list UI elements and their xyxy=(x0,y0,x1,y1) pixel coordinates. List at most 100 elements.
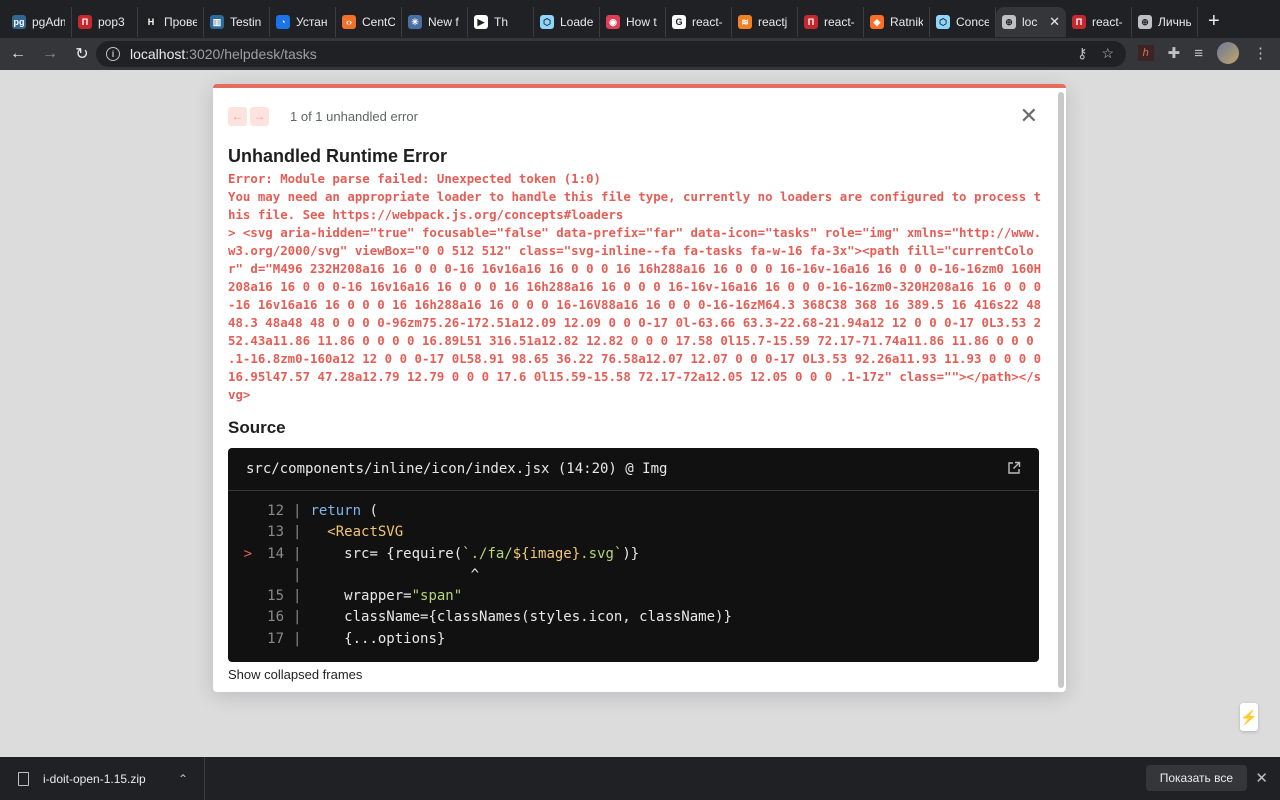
code-line: >14 | src= {require(`./fa/${image}.svg`)} xyxy=(228,544,1039,565)
browser-tab[interactable]: ⊕ loc ✕ xyxy=(996,7,1066,37)
line-source: <ReactSVG xyxy=(327,524,404,541)
tab-strip: pg pgAdmin Пpop3 H Прове ▥ Testin ◔ Устан ‹› CentC… xyxy=(0,0,1280,38)
tab-favicon-icon: П xyxy=(78,15,92,29)
tab-label: pop3 xyxy=(98,15,125,29)
browser-tab[interactable]: ⊕ Личнь xyxy=(1132,7,1198,37)
line-source: ^ xyxy=(310,566,480,583)
browser-tab[interactable]: ‹› CentC xyxy=(336,7,402,37)
new-tab-button[interactable]: + xyxy=(1208,10,1220,33)
tab-label: Loade xyxy=(560,15,593,29)
forward-button[interactable]: → xyxy=(36,40,64,68)
line-marker xyxy=(228,607,256,628)
line-source: wrapper="span" xyxy=(310,588,463,605)
tab-label: reactj xyxy=(758,15,788,29)
site-info-icon[interactable]: i xyxy=(106,47,120,61)
show-collapsed-frames-button[interactable]: Show collapsed frames xyxy=(228,667,1051,682)
media-queue-icon[interactable]: ≡ xyxy=(1194,45,1203,62)
tab-favicon-icon: ≋ xyxy=(738,15,752,29)
browser-tab[interactable]: ≋ reactj xyxy=(732,7,798,37)
close-overlay-button[interactable]: ✕ xyxy=(1020,105,1038,127)
tab-favicon-icon: П xyxy=(1072,15,1086,29)
line-number: 13 xyxy=(267,524,284,541)
browser-tab[interactable]: Пreact- xyxy=(1066,7,1132,37)
line-number: 16 xyxy=(267,609,284,626)
error-message: Error: Module parse failed: Unexpected t… xyxy=(228,171,1042,402)
prev-error-button[interactable]: ← xyxy=(228,106,247,126)
line-marker xyxy=(228,629,256,650)
line-separator: | xyxy=(293,545,302,562)
chevron-up-icon[interactable]: ⌃ xyxy=(178,772,188,786)
tab-label: react- xyxy=(692,15,723,29)
tab-favicon-icon: ⬡ xyxy=(936,15,950,29)
tab-label: pgAdmin xyxy=(32,15,65,29)
line-source: return ( xyxy=(310,503,378,519)
error-pager: ← → 1 of 1 unhandled error xyxy=(228,106,1051,126)
browser-tab[interactable]: ⬡ Conce xyxy=(930,7,996,37)
tab-favicon-icon: П xyxy=(804,15,818,29)
arrow-right-icon: → xyxy=(253,109,266,123)
browser-tab[interactable]: Пreact- xyxy=(798,7,864,37)
line-number xyxy=(256,565,284,586)
browser-tab[interactable]: ▶ Th xyxy=(468,7,534,37)
source-file-link[interactable]: src/components/inline/icon/index.jsx (14… xyxy=(228,448,1039,491)
key-icon[interactable]: ⚷ xyxy=(1077,45,1087,62)
line-number: 17 xyxy=(267,630,284,647)
browser-tab[interactable]: Пpop3 xyxy=(72,7,138,37)
code-line: 16 | className={classNames(styles.icon, c… xyxy=(228,607,1039,628)
line-separator: | xyxy=(293,524,302,541)
line-source: {...options} xyxy=(310,630,446,647)
tab-label: react- xyxy=(1092,15,1123,29)
browser-tab[interactable]: Greact- xyxy=(666,7,732,37)
address-bar[interactable]: i localhost :3020/helpdesk/tasks ⚷ ☆ xyxy=(96,41,1126,67)
browser-tab[interactable]: ◉ How t xyxy=(600,7,666,37)
browser-tab[interactable]: ◆ Ratnik xyxy=(864,7,930,37)
line-marker xyxy=(228,522,256,543)
reload-icon: ↻ xyxy=(75,46,89,63)
tab-label: react- xyxy=(824,15,855,29)
source-heading: Source xyxy=(228,418,286,437)
error-count: 1 of 1 unhandled error xyxy=(290,108,418,124)
tab-favicon-icon: G xyxy=(672,15,686,29)
back-button[interactable]: ← xyxy=(4,40,32,68)
browser-tab[interactable]: ▥ Testin xyxy=(204,7,270,37)
file-icon xyxy=(18,771,29,786)
download-file-name: i-doit-open-1.15.zip xyxy=(43,771,146,786)
tab-label: Прове xyxy=(164,15,197,29)
tab-close-icon[interactable]: ✕ xyxy=(1049,14,1060,30)
tab-favicon-icon: ▥ xyxy=(210,15,224,29)
overlay-scrollbar[interactable] xyxy=(1058,92,1064,688)
bookmark-star-icon[interactable]: ☆ xyxy=(1101,45,1114,62)
tab-favicon-icon: ✳ xyxy=(408,15,422,29)
tab-favicon-icon: ◉ xyxy=(606,15,620,29)
browser-tab[interactable]: ⬡ Loade xyxy=(534,7,600,37)
next-error-button[interactable]: → xyxy=(250,106,269,126)
download-item[interactable]: i-doit-open-1.15.zip ⌃ xyxy=(0,757,205,800)
profile-avatar[interactable] xyxy=(1217,42,1239,64)
browser-tab[interactable]: H Прове xyxy=(138,7,204,37)
line-separator: | xyxy=(293,630,302,647)
url-path: :3020/helpdesk/tasks xyxy=(185,46,317,62)
browser-tab[interactable]: pg pgAdmin xyxy=(6,7,72,37)
reload-button[interactable]: ↻ xyxy=(68,40,96,68)
tab-favicon-icon: ‹› xyxy=(342,15,356,29)
dev-indicator-bolt-icon[interactable]: ⚡ xyxy=(1240,703,1258,731)
tab-label: Conce xyxy=(956,15,989,29)
close-icon: ✕ xyxy=(1255,770,1268,787)
external-link-icon[interactable] xyxy=(1007,461,1021,475)
tab-label: New f xyxy=(428,15,459,29)
browser-tab[interactable]: ✳ New f xyxy=(402,7,468,37)
arrow-left-icon: ← xyxy=(10,45,26,62)
error-title: Unhandled Runtime Error xyxy=(228,146,448,166)
tab-label: How t xyxy=(626,15,657,29)
browser-tab[interactable]: ◔ Устан xyxy=(270,7,336,37)
extensions-puzzle-icon[interactable]: ✚ xyxy=(1168,44,1181,62)
tab-favicon-icon: ▶ xyxy=(474,15,488,29)
download-shelf: i-doit-open-1.15.zip ⌃ Показать все ✕ xyxy=(0,757,1280,800)
line-source: className={classNames(styles.icon, class… xyxy=(310,609,732,626)
close-shelf-button[interactable]: ✕ xyxy=(1255,769,1268,787)
line-number: 12 xyxy=(267,503,284,519)
menu-kebab-icon[interactable]: ⋮ xyxy=(1253,44,1268,62)
extension-h-icon[interactable]: h xyxy=(1137,45,1154,61)
show-all-downloads-button[interactable]: Показать все xyxy=(1145,765,1247,791)
tab-favicon-icon: H xyxy=(144,15,158,29)
